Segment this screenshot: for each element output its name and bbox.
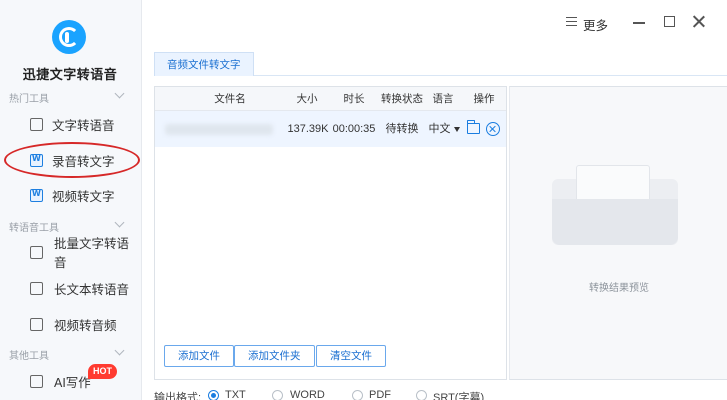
table-header: 文件名 大小 时长 转换状态 语言 操作 — [155, 87, 506, 111]
sidebar-item-label: AI写作 — [54, 375, 91, 390]
app-logo-icon — [52, 20, 86, 54]
language-value: 中文 — [428, 123, 451, 135]
sidebar-item-label: 视频转音频 — [54, 318, 117, 333]
maximize-icon[interactable] — [664, 16, 675, 27]
tab-bar: 音频文件转文字 — [154, 52, 727, 76]
sidebar-item-label: 文字转语音 — [52, 118, 115, 133]
tab-audio-to-text[interactable]: 音频文件转文字 — [154, 52, 254, 76]
ai-write-icon — [30, 374, 43, 388]
sidebar-item-label: 批量文字转语音 — [54, 237, 130, 270]
size-cell: 137.39K — [287, 123, 329, 135]
output-format-label: 输出格式: — [154, 392, 202, 400]
close-icon[interactable] — [692, 14, 706, 28]
sidebar-item-label: 长文本转语音 — [54, 282, 130, 297]
app-name: 迅捷文字转语音 — [22, 67, 118, 82]
chevron-up-icon[interactable] — [114, 217, 125, 228]
batch-icon — [30, 245, 43, 259]
duration-cell: 00:00:35 — [332, 123, 376, 135]
column-header: 语言 — [432, 93, 454, 105]
chevron-up-icon[interactable] — [114, 345, 125, 356]
video-icon — [30, 317, 43, 331]
sidebar-item-ai-write[interactable]: AI写作 — [0, 367, 141, 395]
file-table: 文件名 大小 时长 转换状态 语言 操作 137.39K 00:00:35 待转… — [154, 86, 507, 380]
section-hot-tools: 热门工具 — [9, 94, 49, 105]
hot-badge: HOT — [88, 364, 117, 379]
document-icon — [30, 281, 43, 295]
text-to-speech-icon — [30, 117, 43, 131]
status-cell: 待转换 — [385, 123, 419, 135]
section-speech-tools: 转语音工具 — [9, 223, 59, 234]
radio-label-pdf[interactable]: PDF — [369, 389, 391, 400]
radio-pdf[interactable] — [352, 390, 363, 400]
clear-files-button[interactable]: 清空文件 — [316, 345, 386, 367]
sidebar-item-text-to-speech[interactable]: 文字转语音 — [0, 110, 141, 138]
red-circle-annotation — [4, 142, 140, 178]
add-file-button[interactable]: 添加文件 — [164, 345, 234, 367]
section-other-tools: 其他工具 — [9, 351, 49, 362]
radio-srt[interactable] — [416, 390, 427, 400]
table-row[interactable]: 137.39K 00:00:35 待转换 中文 — [155, 111, 506, 147]
sidebar-item-video-to-audio[interactable]: 视频转音频 — [0, 310, 141, 338]
radio-label-word[interactable]: WORD — [290, 389, 325, 400]
radio-label-srt[interactable]: SRT(字幕) — [433, 389, 484, 400]
sidebar-item-long-text-tts[interactable]: 长文本转语音 — [0, 274, 141, 302]
sidebar-item-video-to-text[interactable]: 视频转文字 — [0, 181, 141, 209]
add-folder-button[interactable]: 添加文件夹 — [234, 345, 315, 367]
preview-label: 转换结果预览 — [589, 283, 649, 294]
menu-icon[interactable] — [566, 17, 577, 26]
more-button[interactable]: 更多 — [583, 15, 608, 34]
column-header: 转换状态 — [381, 93, 423, 105]
column-header: 大小 — [296, 93, 318, 105]
radio-txt[interactable] — [208, 390, 219, 400]
column-header: 文件名 — [214, 93, 246, 105]
word-doc-icon — [30, 188, 43, 202]
language-select[interactable]: 中文 — [427, 111, 461, 147]
open-folder-icon[interactable] — [467, 120, 480, 134]
result-preview-panel: 转换结果预览 — [509, 86, 727, 380]
chevron-up-icon[interactable] — [114, 88, 125, 99]
radio-word[interactable] — [272, 390, 283, 400]
sidebar-item-label: 视频转文字 — [52, 189, 115, 204]
minimize-icon[interactable] — [633, 22, 645, 24]
empty-folder-illustration — [552, 165, 678, 245]
sidebar-item-batch-tts[interactable]: 批量文字转语音 — [0, 237, 141, 270]
filename-cell — [165, 124, 273, 135]
sidebar: 迅捷文字转语音 热门工具 文字转语音 录音转文字 视频转文字 转语音工具 批量文… — [0, 0, 142, 400]
column-header: 操作 — [473, 93, 495, 105]
caret-down-icon — [453, 126, 460, 132]
remove-file-icon[interactable] — [486, 122, 500, 136]
column-header: 时长 — [343, 93, 365, 105]
radio-label-txt[interactable]: TXT — [225, 389, 246, 400]
